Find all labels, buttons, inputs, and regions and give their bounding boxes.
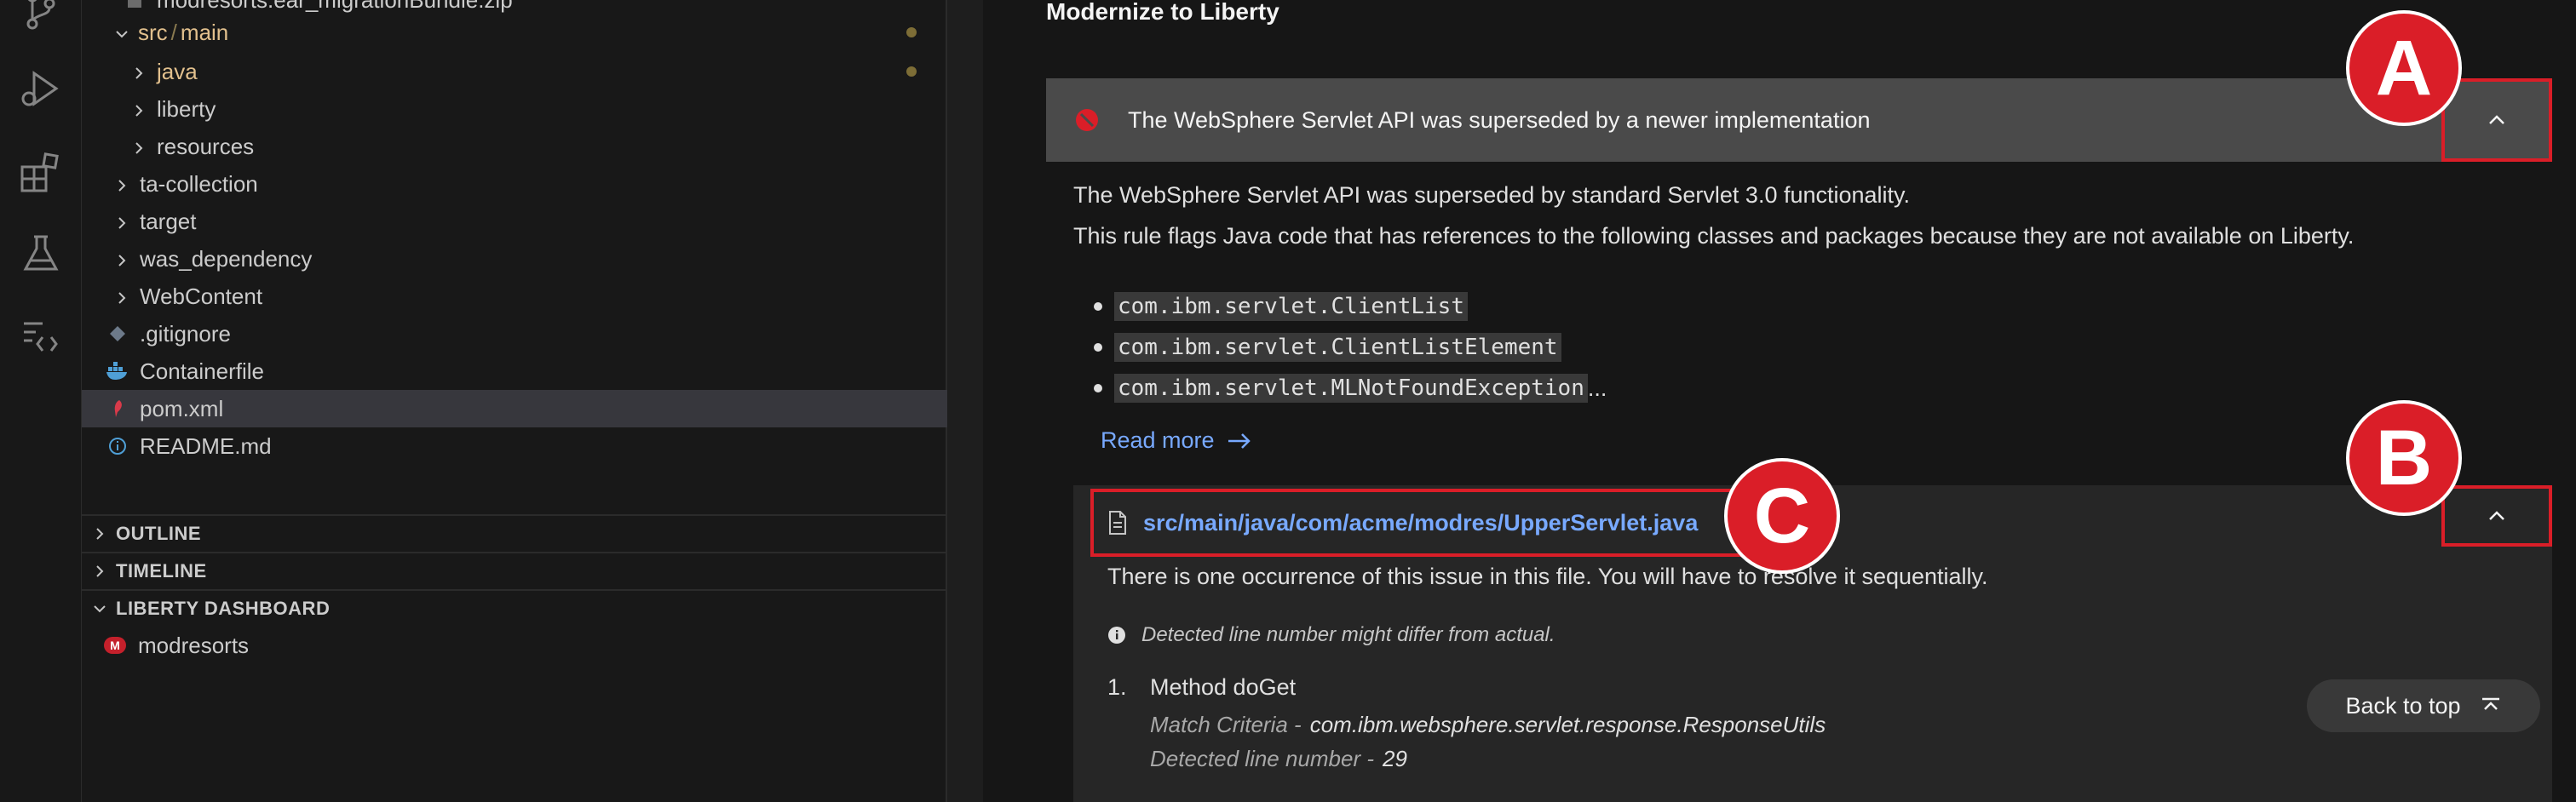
zip-file-icon	[123, 0, 147, 12]
issue-title: The WebSphere Servlet API was superseded…	[1128, 106, 1871, 133]
tree-item-gitignore[interactable]: .gitignore	[82, 315, 947, 352]
tree-item-pom-xml[interactable]: pom.xml	[82, 390, 947, 427]
chevron-right-icon	[129, 100, 148, 118]
chevron-right-icon	[129, 62, 148, 81]
timeline-section-header[interactable]: TIMELINE	[82, 552, 947, 589]
file-link[interactable]: src/main/java/com/acme/modres/UpperServl…	[1090, 489, 1763, 557]
file-collapse-button[interactable]	[2441, 485, 2552, 547]
list-item: com.ibm.servlet.ClientListElement	[1094, 327, 1607, 368]
file-path: src/main/java/com/acme/modres/UpperServl…	[1143, 509, 1699, 536]
chevron-right-icon	[112, 249, 131, 268]
chevron-right-icon	[112, 175, 131, 193]
testing-flask-icon[interactable]	[17, 230, 65, 278]
read-more-link[interactable]: Read more	[1101, 427, 1252, 454]
arrow-right-icon	[1228, 433, 1251, 449]
chevron-right-icon	[112, 287, 131, 306]
modernize-panel: Modernize to Liberty The WebSphere Servl…	[983, 0, 2576, 802]
editor-area: Modernize to Liberty The WebSphere Servl…	[947, 0, 2576, 802]
error-icon	[1076, 109, 1098, 131]
activity-bar	[0, 0, 82, 802]
method-entry: 1. Method doGet	[1107, 674, 1297, 700]
modified-indicator	[906, 66, 917, 77]
source-control-icon[interactable]	[17, 0, 65, 34]
occurrence-text: There is one occurrence of this issue in…	[1107, 564, 1988, 589]
match-criteria: Match Criteria - com.ibm.websphere.servle…	[1150, 712, 1826, 737]
tree-item-readme[interactable]: README.md	[82, 427, 947, 465]
tree-item-src-main[interactable]: src / main	[82, 14, 947, 51]
arrow-up-to-top-icon	[2481, 697, 2499, 710]
chevron-right-icon	[90, 562, 109, 581]
chevron-up-icon	[2489, 511, 2504, 520]
extensions-icon[interactable]	[17, 150, 65, 198]
modernize-icon[interactable]	[17, 312, 65, 359]
dashboard-project-modresorts[interactable]: M modresorts	[82, 627, 947, 664]
line-number-note: Detected line number might differ from a…	[1107, 623, 1555, 647]
issue-description: The WebSphere Servlet API was superseded…	[1073, 182, 1911, 208]
outline-section-header[interactable]: OUTLINE	[82, 514, 947, 552]
chevron-up-icon	[2489, 115, 2504, 124]
tree-item-resources[interactable]: resources	[82, 128, 947, 165]
tree-item-ta-collection[interactable]: ta-collection	[82, 165, 947, 203]
docker-icon	[106, 359, 129, 383]
back-to-top-button[interactable]: Back to top	[2307, 679, 2540, 732]
tree-item-java[interactable]: java	[82, 53, 947, 90]
maven-project-badge: M	[104, 637, 126, 654]
issue-description-detail: This rule flags Java code that has refer…	[1073, 223, 2355, 249]
tree-item-was-dependency[interactable]: was_dependency	[82, 240, 947, 278]
tree-item-target[interactable]: target	[82, 203, 947, 240]
explorer-sidebar: modresorts.ear_migrationBundle.zip src /…	[82, 0, 947, 802]
run-debug-icon[interactable]	[17, 65, 65, 112]
chevron-right-icon	[129, 137, 148, 156]
liberty-dashboard-section-header[interactable]: LIBERTY DASHBOARD	[82, 589, 947, 627]
info-icon	[106, 434, 129, 458]
annotation-badge-c: C	[1724, 458, 1840, 574]
document-icon	[1109, 511, 1126, 535]
issue-accordion-header[interactable]: The WebSphere Servlet API was superseded…	[1046, 78, 2552, 162]
tree-item-liberty[interactable]: liberty	[82, 90, 947, 128]
tree-item-containerfile[interactable]: Containerfile	[82, 352, 947, 390]
chevron-down-icon	[90, 599, 109, 618]
chevron-right-icon	[90, 524, 109, 543]
annotation-badge-b: B	[2346, 400, 2462, 516]
list-item: com.ibm.servlet.ClientList	[1094, 286, 1607, 327]
panel-title: Modernize to Liberty	[1046, 0, 1279, 25]
modified-indicator	[906, 27, 917, 37]
issue-collapse-button[interactable]	[2441, 78, 2552, 162]
maven-feather-icon	[106, 397, 129, 421]
tree-item-webcontent[interactable]: WebContent	[82, 278, 947, 315]
chevron-down-icon	[112, 23, 131, 42]
info-icon	[1108, 627, 1125, 644]
detected-line-number: Detected line number -29	[1150, 746, 1407, 771]
class-list: com.ibm.servlet.ClientList com.ibm.servl…	[1094, 286, 1607, 409]
chevron-right-icon	[112, 212, 131, 231]
git-icon	[106, 322, 129, 346]
annotation-badge-a: A	[2346, 10, 2462, 126]
list-item: com.ibm.servlet.MLNotFoundException...	[1094, 368, 1607, 409]
